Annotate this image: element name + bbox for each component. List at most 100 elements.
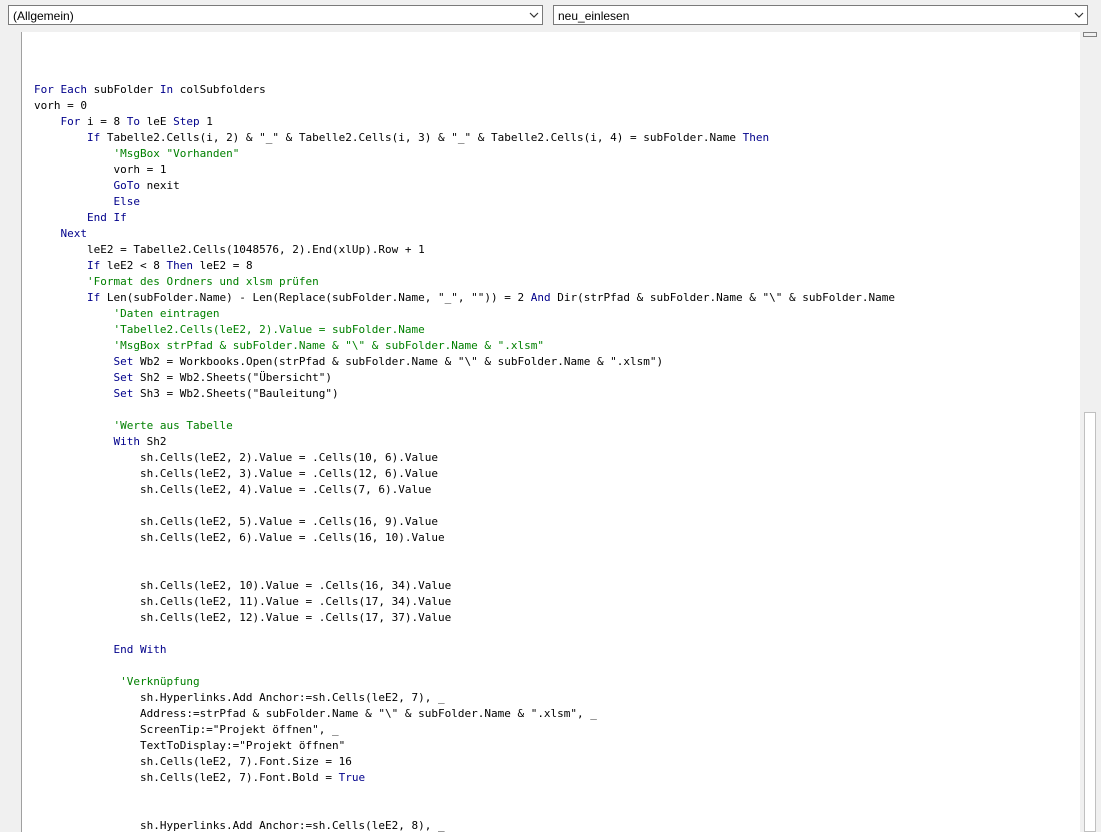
keyword-token: With (113, 435, 140, 448)
procedure-dropdown[interactable]: neu_einlesen (553, 5, 1088, 25)
keyword-token: For Each (34, 83, 87, 96)
split-bar-handle[interactable] (1083, 32, 1097, 37)
code-token: vorh = 0 (34, 99, 87, 112)
code-line: If leE2 < 8 Then leE2 = 8 (34, 258, 895, 274)
code-token: ScreenTip:="Projekt öffnen", _ (34, 723, 339, 736)
code-line: TextToDisplay:="Projekt öffnen" (34, 738, 895, 754)
code-token: sh.Cells(leE2, 7).Font.Bold = (34, 771, 339, 784)
code-token: Address:=strPfad & subFolder.Name & "\" … (34, 707, 597, 720)
code-line: 'Verknüpfung (34, 674, 895, 690)
code-line: End If (34, 210, 895, 226)
keyword-token: Then (166, 259, 193, 272)
keyword-token: Then (742, 131, 770, 144)
vertical-scrollbar[interactable] (1080, 32, 1101, 832)
code-line: 'MsgBox strPfad & subFolder.Name & "\" &… (34, 338, 895, 354)
code-line: End With (34, 642, 895, 658)
code-line: sh.Cells(leE2, 6).Value = .Cells(16, 10)… (34, 530, 895, 546)
chevron-down-icon[interactable] (525, 6, 542, 24)
code-line: For Each subFolder In colSubfolders (34, 82, 895, 98)
keyword-token: In (159, 83, 174, 96)
code-token: sh.Cells(leE2, 3).Value = .Cells(12, 6).… (34, 467, 438, 480)
keyword-token: Next (60, 227, 88, 240)
code-line: If Tabelle2.Cells(i, 2) & "_" & Tabelle2… (34, 130, 895, 146)
code-token: i = 8 (80, 115, 127, 128)
scrollbar-thumb[interactable] (1084, 412, 1096, 832)
code-token: colSubfolders (173, 83, 266, 96)
code-token: sh.Hyperlinks.Add Anchor:=sh.Cells(leE2,… (34, 691, 445, 704)
code-line: sh.Hyperlinks.Add Anchor:=sh.Cells(leE2,… (34, 690, 895, 706)
code-token: sh.Cells(leE2, 12).Value = .Cells(17, 37… (34, 611, 452, 624)
code-line: 'Werte aus Tabelle (34, 418, 895, 434)
code-token: Sh3 = Wb2.Sheets("Bauleitung") (133, 387, 339, 400)
comment-token: 'Daten eintragen (113, 307, 220, 320)
comment-token: 'Format des Ordners und xlsm prüfen (86, 275, 319, 288)
code-line: sh.Cells(leE2, 7).Font.Bold = True (34, 770, 895, 786)
code-line: sh.Cells(leE2, 4).Value = .Cells(7, 6).V… (34, 482, 895, 498)
code-token: sh.Cells(leE2, 2).Value = .Cells(10, 6).… (34, 451, 438, 464)
code-token: Wb2 = Workbooks.Open(strPfad & subFolder… (133, 355, 664, 368)
keyword-token: End If (86, 211, 127, 224)
keyword-token: Set (113, 355, 134, 368)
keyword-token: If (86, 131, 101, 144)
code-token: Sh2 (139, 435, 167, 448)
code-line: sh.Hyperlinks.Add Anchor:=sh.Cells(leE2,… (34, 818, 895, 832)
code-line: sh.Cells(leE2, 10).Value = .Cells(16, 34… (34, 578, 895, 594)
code-editor[interactable]: For Each subFolder In colSubfolders vorh … (22, 32, 1080, 832)
code-line: With Sh2 (34, 434, 895, 450)
code-line: Set Sh2 = Wb2.Sheets("Übersicht") (34, 370, 895, 386)
comment-token: 'Werte aus Tabelle (113, 419, 233, 432)
code-token: leE2 = Tabelle2.Cells(1048576, 2).End(xl… (34, 243, 425, 256)
code-token: vorh = 1 (34, 163, 167, 176)
code-token: leE2 = 8 (192, 259, 253, 272)
code-line: ScreenTip:="Projekt öffnen", _ (34, 722, 895, 738)
code-window: For Each subFolder In colSubfolders vorh … (0, 32, 1101, 832)
procedure-toolbar: (Allgemein) neu_einlesen (0, 0, 1101, 32)
code-line: 'MsgBox "Vorhanden" (34, 146, 895, 162)
keyword-token: Else (113, 195, 140, 208)
comment-token: 'MsgBox "Vorhanden" (113, 147, 240, 160)
procedure-dropdown-value: neu_einlesen (558, 9, 630, 23)
code-line: sh.Cells(leE2, 3).Value = .Cells(12, 6).… (34, 466, 895, 482)
code-line: Set Sh3 = Wb2.Sheets("Bauleitung") (34, 386, 895, 402)
chevron-down-icon[interactable] (1070, 6, 1087, 24)
code-line: 'Daten eintragen (34, 306, 895, 322)
margin-indicator-bar[interactable] (0, 32, 22, 832)
code-line: 'Format des Ordners und xlsm prüfen (34, 274, 895, 290)
keyword-token: True (338, 771, 366, 784)
keyword-token: To (126, 115, 140, 128)
keyword-token: Step (173, 115, 200, 128)
comment-token: 'Verknüpfung (120, 675, 200, 688)
code-token: sh.Cells(leE2, 7).Font.Size = 16 (34, 755, 352, 768)
comment-token: 'MsgBox strPfad & subFolder.Name & "\" &… (113, 339, 544, 352)
keyword-token: If (86, 291, 101, 304)
code-token: sh.Hyperlinks.Add Anchor:=sh.Cells(leE2,… (34, 819, 445, 832)
keyword-token: Set (113, 387, 134, 400)
code-line: If Len(subFolder.Name) - Len(Replace(sub… (34, 290, 895, 306)
code-line: leE2 = Tabelle2.Cells(1048576, 2).End(xl… (34, 242, 895, 258)
code-line: sh.Cells(leE2, 11).Value = .Cells(17, 34… (34, 594, 895, 610)
code-token: sh.Cells(leE2, 6).Value = .Cells(16, 10)… (34, 531, 445, 544)
code-text[interactable]: For Each subFolder In colSubfolders vorh … (34, 66, 895, 832)
object-dropdown[interactable]: (Allgemein) (8, 5, 543, 25)
